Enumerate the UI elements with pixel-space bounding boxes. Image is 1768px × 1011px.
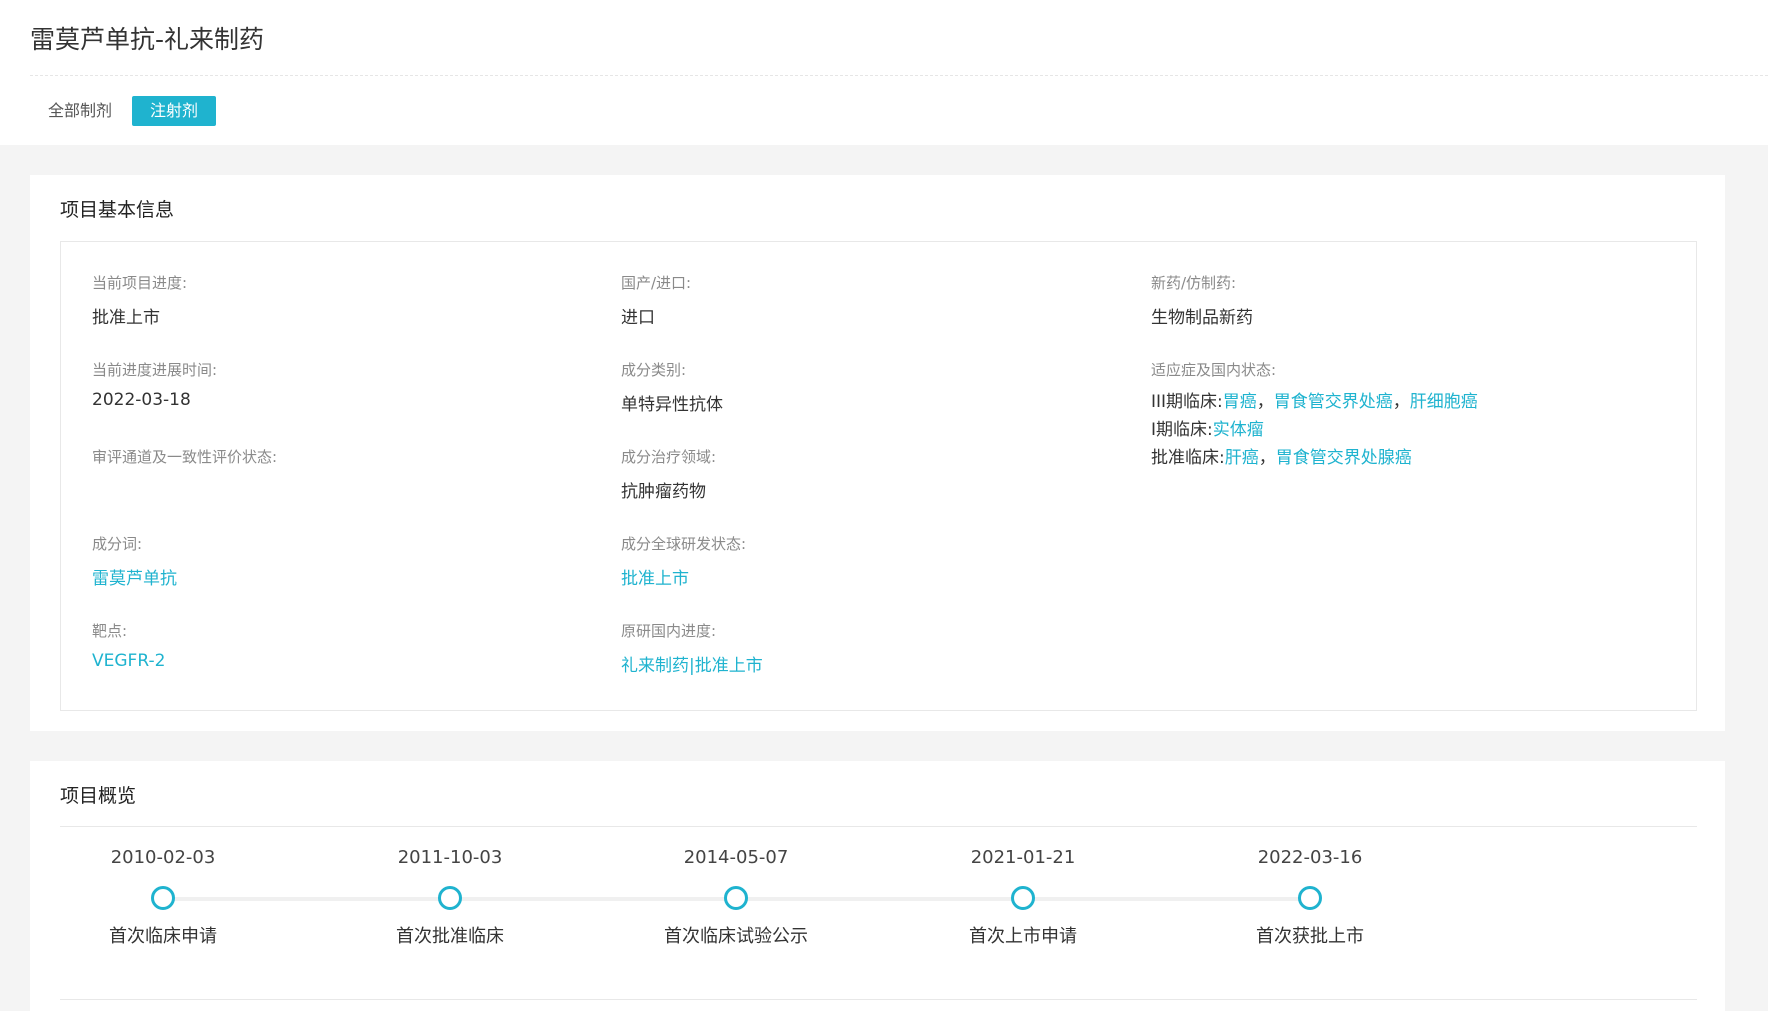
page-header: 雷莫芦单抗-礼来制药 全部制剂 注射剂: [0, 0, 1768, 145]
field-label: 靶点:: [92, 622, 128, 640]
indication-link[interactable]: 胃癌: [1223, 392, 1257, 412]
field-label: 当前进度进展时间:: [92, 361, 218, 379]
basic-info-box: 当前项目进度: 批准上市 国产/进口: 进口 新药/仿制药: 生物制品新药 当前…: [60, 241, 1697, 711]
indication-phase1: I期临床:实体瘤: [1151, 416, 1478, 444]
separator: ，: [1256, 392, 1274, 412]
milestone-dot[interactable]: [724, 886, 748, 910]
separator: ，: [1258, 448, 1276, 468]
field-value: 批准上市: [92, 308, 160, 328]
field-domestic-import: 国产/进口: 进口: [621, 272, 691, 328]
field-progress-time: 当前进度进展时间: 2022-03-18: [92, 359, 217, 410]
indication-phase-label: III期临床:: [1151, 392, 1223, 412]
indication-link[interactable]: 胃食管交界处腺癌: [1276, 448, 1412, 468]
milestone-dot[interactable]: [1298, 886, 1322, 910]
milestone-dot[interactable]: [438, 886, 462, 910]
milestone-dot[interactable]: [151, 886, 175, 910]
field-label: 原研国内进度:: [621, 622, 717, 640]
ingredient-word-link[interactable]: 雷莫芦单抗: [92, 564, 177, 589]
milestone-label: 首次上市申请: [969, 926, 1077, 947]
formulation-tabs: 全部制剂 注射剂: [48, 96, 217, 126]
timeline-milestone: 2010-02-03 首次临床申请: [63, 846, 263, 948]
basic-info-card: 项目基本信息 当前项目进度: 批准上市 国产/进口: 进口 新药/仿制药: 生物…: [30, 175, 1725, 731]
indication-phase3: III期临床:胃癌，胃食管交界处癌，肝细胞癌: [1151, 388, 1478, 416]
field-review-channel: 审评通道及一致性评价状态:: [92, 446, 277, 477]
field-label: 成分类别:: [621, 361, 687, 379]
field-label: 当前项目进度:: [92, 274, 188, 292]
field-label: 新药/仿制药:: [1151, 274, 1237, 292]
milestone-date: 2014-05-07: [683, 847, 789, 868]
field-indications: 适应症及国内状态: III期临床:胃癌，胃食管交界处癌，肝细胞癌 I期临床:实体…: [1151, 359, 1478, 472]
indication-phase-label: I期临床:: [1151, 420, 1213, 440]
milestone-date: 2022-03-16: [1257, 847, 1363, 868]
field-ingredient-category: 成分类别: 单特异性抗体: [621, 359, 723, 415]
milestone-dot[interactable]: [1011, 886, 1035, 910]
field-new-generic: 新药/仿制药: 生物制品新药: [1151, 272, 1253, 328]
indication-link[interactable]: 胃食管交界处癌: [1274, 392, 1393, 412]
milestone-label: 首次批准临床: [396, 926, 504, 947]
field-value: 抗肿瘤药物: [621, 482, 706, 502]
field-target: 靶点: VEGFR-2: [92, 620, 165, 671]
field-label: 成分全球研发状态:: [621, 535, 747, 553]
timeline-milestone: 2022-03-16 首次获批上市: [1210, 846, 1410, 948]
originator-progress-link[interactable]: 礼来制药|批准上市: [621, 651, 763, 676]
field-ingredient-word: 成分词: 雷莫芦单抗: [92, 533, 177, 589]
field-global-status: 成分全球研发状态: 批准上市: [621, 533, 746, 589]
timeline-milestone: 2011-10-03 首次批准临床: [350, 846, 550, 948]
indication-list: III期临床:胃癌，胃食管交界处癌，肝细胞癌 I期临床:实体瘤 批准临床:肝癌，…: [1151, 388, 1478, 472]
field-label: 适应症及国内状态:: [1151, 361, 1277, 379]
divider: [60, 999, 1697, 1000]
milestone-date: 2011-10-03: [397, 847, 503, 868]
milestone-label: 首次获批上市: [1256, 926, 1364, 947]
title-divider: [30, 75, 1768, 76]
global-status-link[interactable]: 批准上市: [621, 564, 746, 589]
field-originator-progress: 原研国内进度: 礼来制药|批准上市: [621, 620, 763, 676]
field-therapeutic-area: 成分治疗领域: 抗肿瘤药物: [621, 446, 716, 502]
milestone-label: 首次临床申请: [109, 926, 217, 947]
tab-all-formulations[interactable]: 全部制剂: [48, 96, 112, 126]
timeline-milestone: 2021-01-21 首次上市申请: [923, 846, 1123, 948]
indication-link[interactable]: 实体瘤: [1213, 420, 1264, 440]
timeline-milestone: 2014-05-07 首次临床试验公示: [636, 846, 836, 948]
indication-approved-clinical: 批准临床:肝癌，胃食管交界处腺癌: [1151, 444, 1478, 472]
field-label: 国产/进口:: [621, 274, 692, 292]
field-label: 审评通道及一致性评价状态:: [92, 448, 278, 466]
overview-title: 项目概览: [60, 785, 137, 807]
target-link[interactable]: VEGFR-2: [92, 651, 165, 671]
field-value: 2022-03-18: [92, 390, 191, 410]
divider: [60, 826, 1697, 827]
indication-phase-label: 批准临床:: [1151, 448, 1225, 468]
indication-link[interactable]: 肝癌: [1225, 448, 1259, 468]
milestone-label: 首次临床试验公示: [664, 926, 808, 947]
field-current-progress: 当前项目进度: 批准上市: [92, 272, 187, 328]
separator: ，: [1392, 392, 1410, 412]
field-label: 成分治疗领域:: [621, 448, 717, 466]
field-value: 生物制品新药: [1151, 308, 1253, 328]
milestone-date: 2010-02-03: [110, 847, 216, 868]
milestone-date: 2021-01-21: [970, 847, 1076, 868]
field-value: 进口: [621, 308, 655, 328]
indication-link[interactable]: 肝细胞癌: [1410, 392, 1478, 412]
basic-info-title: 项目基本信息: [60, 199, 175, 221]
field-value: 单特异性抗体: [621, 395, 723, 415]
field-label: 成分词:: [92, 535, 143, 553]
overview-card: 项目概览 2010-02-03 首次临床申请 2011-10-03 首次批准临床…: [30, 761, 1725, 1011]
page-title: 雷莫芦单抗-礼来制药: [30, 25, 265, 54]
tab-injection[interactable]: 注射剂: [132, 96, 217, 126]
